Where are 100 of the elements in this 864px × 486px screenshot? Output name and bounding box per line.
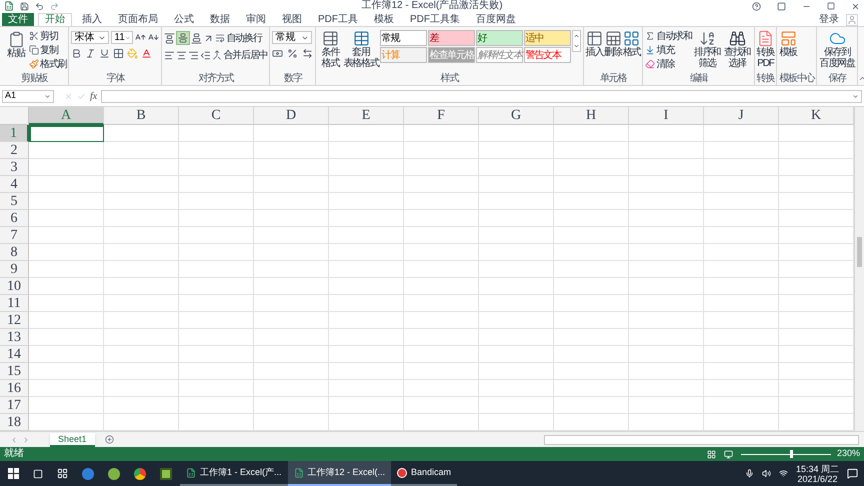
zoom-slider-thumb[interactable] — [790, 450, 794, 458]
network-icon[interactable] — [778, 469, 788, 478]
ribbon-tab[interactable]: 百度网盘 — [470, 13, 522, 26]
align-left-icon[interactable] — [164, 50, 176, 60]
row-header[interactable]: 14 — [0, 346, 29, 363]
save-icon[interactable] — [20, 2, 29, 10]
delete-button[interactable]: 删除 — [604, 29, 622, 58]
column-header[interactable]: F — [404, 107, 479, 125]
ribbon-tab[interactable]: 模板 — [368, 13, 400, 26]
column-header[interactable]: E — [329, 107, 404, 125]
autosum-button[interactable]: 自动求和 — [645, 29, 692, 43]
ribbon-tab[interactable]: 数据 — [204, 13, 236, 26]
insert-button[interactable]: 插入 — [586, 29, 604, 58]
row-header[interactable]: 9 — [0, 261, 29, 278]
row-header[interactable]: 6 — [0, 210, 29, 227]
row-header[interactable]: 17 — [0, 397, 29, 414]
restore-icon[interactable] — [827, 2, 835, 10]
row-header[interactable]: 1 — [0, 125, 29, 142]
horizontal-scrollbar[interactable] — [544, 434, 859, 444]
browser-icon[interactable] — [82, 468, 94, 480]
cell-style-option[interactable]: 解释性文本 — [476, 47, 523, 63]
number-format-field[interactable]: 常规 — [272, 31, 312, 44]
column-header[interactable]: C — [179, 107, 254, 125]
row-header[interactable]: 15 — [0, 363, 29, 380]
expand-icon[interactable] — [852, 92, 859, 100]
column-header[interactable]: H — [554, 107, 629, 125]
column-header[interactable]: J — [704, 107, 779, 125]
zoom-level[interactable]: 230% — [836, 447, 860, 461]
zoom-slider[interactable] — [740, 449, 831, 459]
taskbar-window[interactable]: Bandicam — [391, 461, 458, 486]
row-header[interactable]: 16 — [0, 380, 29, 397]
cell-style-option[interactable]: 差 — [428, 30, 475, 46]
row-header[interactable]: 4 — [0, 176, 29, 193]
middle-align-button[interactable] — [176, 31, 190, 45]
row-header[interactable]: 13 — [0, 329, 29, 346]
row-header[interactable]: 18 — [0, 414, 29, 431]
fill-color-icon[interactable] — [127, 48, 138, 59]
help-icon[interactable] — [752, 2, 761, 10]
volume-icon[interactable] — [762, 469, 771, 478]
column-header[interactable]: I — [629, 107, 704, 125]
borders-icon[interactable] — [113, 48, 124, 59]
redo-icon[interactable] — [50, 2, 59, 10]
cell-style-option[interactable]: 好 — [476, 30, 523, 46]
collapse-ribbon-icon[interactable] — [858, 74, 864, 83]
task-view-icon[interactable] — [33, 468, 43, 478]
add-sheet-icon[interactable] — [104, 435, 114, 444]
save-cloud-button[interactable]: 保存到 百度网盘 — [819, 29, 855, 69]
select-all-corner[interactable] — [0, 107, 29, 125]
ribbon-display-icon[interactable] — [777, 2, 786, 10]
ribbon-tab[interactable]: 插入 — [76, 13, 108, 26]
row-header[interactable]: 11 — [0, 295, 29, 312]
previous-sheet-icon[interactable] — [10, 436, 18, 444]
format-painter-button[interactable]: 格式刷 — [29, 57, 66, 71]
sheet-tab[interactable]: Sheet1 — [50, 432, 95, 446]
normal-view-icon[interactable] — [706, 450, 716, 458]
font-color-icon[interactable] — [141, 48, 152, 59]
sort-filter-button[interactable]: 排序和筛选 — [692, 29, 722, 69]
microphone-icon[interactable] — [744, 469, 754, 478]
top-align-icon[interactable] — [164, 32, 176, 44]
cut-button[interactable]: 剪切 — [29, 29, 66, 43]
currency-icon[interactable] — [272, 48, 284, 59]
editor-icon[interactable] — [160, 468, 172, 480]
fill-button[interactable]: 填充 — [645, 43, 692, 57]
copy-button[interactable]: 复制 — [29, 43, 66, 57]
row-header[interactable]: 12 — [0, 312, 29, 329]
enter-icon[interactable] — [77, 92, 86, 100]
decimal-icon[interactable] — [302, 48, 314, 59]
font-size-field[interactable]: 11 — [111, 31, 134, 44]
clock-time[interactable]: 15:34 周二 — [796, 464, 839, 474]
ribbon-tab[interactable]: 视图 — [276, 13, 308, 26]
column-header[interactable]: D — [254, 107, 329, 125]
column-header[interactable]: G — [479, 107, 554, 125]
windows-start-icon[interactable] — [8, 468, 19, 479]
underline-icon[interactable] — [99, 48, 110, 59]
undo-icon[interactable] — [35, 2, 44, 10]
percent-icon[interactable] — [287, 48, 298, 59]
login-link[interactable]: 登录 — [819, 14, 839, 26]
template-button[interactable]: 模板 — [779, 29, 797, 58]
format-button[interactable]: 格式 — [622, 29, 640, 58]
formula-input-field[interactable] — [101, 90, 862, 102]
row-header[interactable]: 7 — [0, 227, 29, 244]
align-right-icon[interactable] — [188, 50, 200, 60]
next-sheet-icon[interactable] — [22, 436, 30, 444]
cell-style-option[interactable]: 警告文本 — [524, 47, 571, 63]
ribbon-tab[interactable]: PDF工具 — [312, 13, 364, 26]
app-icon[interactable] — [108, 468, 120, 480]
column-header[interactable]: A — [29, 107, 104, 125]
ribbon-tab[interactable]: PDF工具集 — [404, 13, 466, 26]
bottom-align-icon[interactable] — [191, 32, 202, 44]
ribbon-tab[interactable]: 文件 — [2, 13, 34, 26]
close-icon[interactable] — [851, 2, 860, 10]
insert-function-button[interactable]: fx — [90, 88, 98, 104]
scrollbar-thumb[interactable] — [857, 237, 862, 267]
align-center-icon[interactable] — [176, 50, 188, 60]
convert-pdf-button[interactable]: 转换 PDF — [756, 29, 774, 69]
vertical-scrollbar[interactable] — [854, 107, 864, 431]
conditional-format-button[interactable]: 条件格式 — [318, 29, 342, 69]
clock-date[interactable]: 2021/6/22 — [797, 474, 838, 484]
font-name-field[interactable]: 宋体 — [71, 31, 110, 44]
decrease-indent-icon[interactable] — [200, 50, 212, 60]
